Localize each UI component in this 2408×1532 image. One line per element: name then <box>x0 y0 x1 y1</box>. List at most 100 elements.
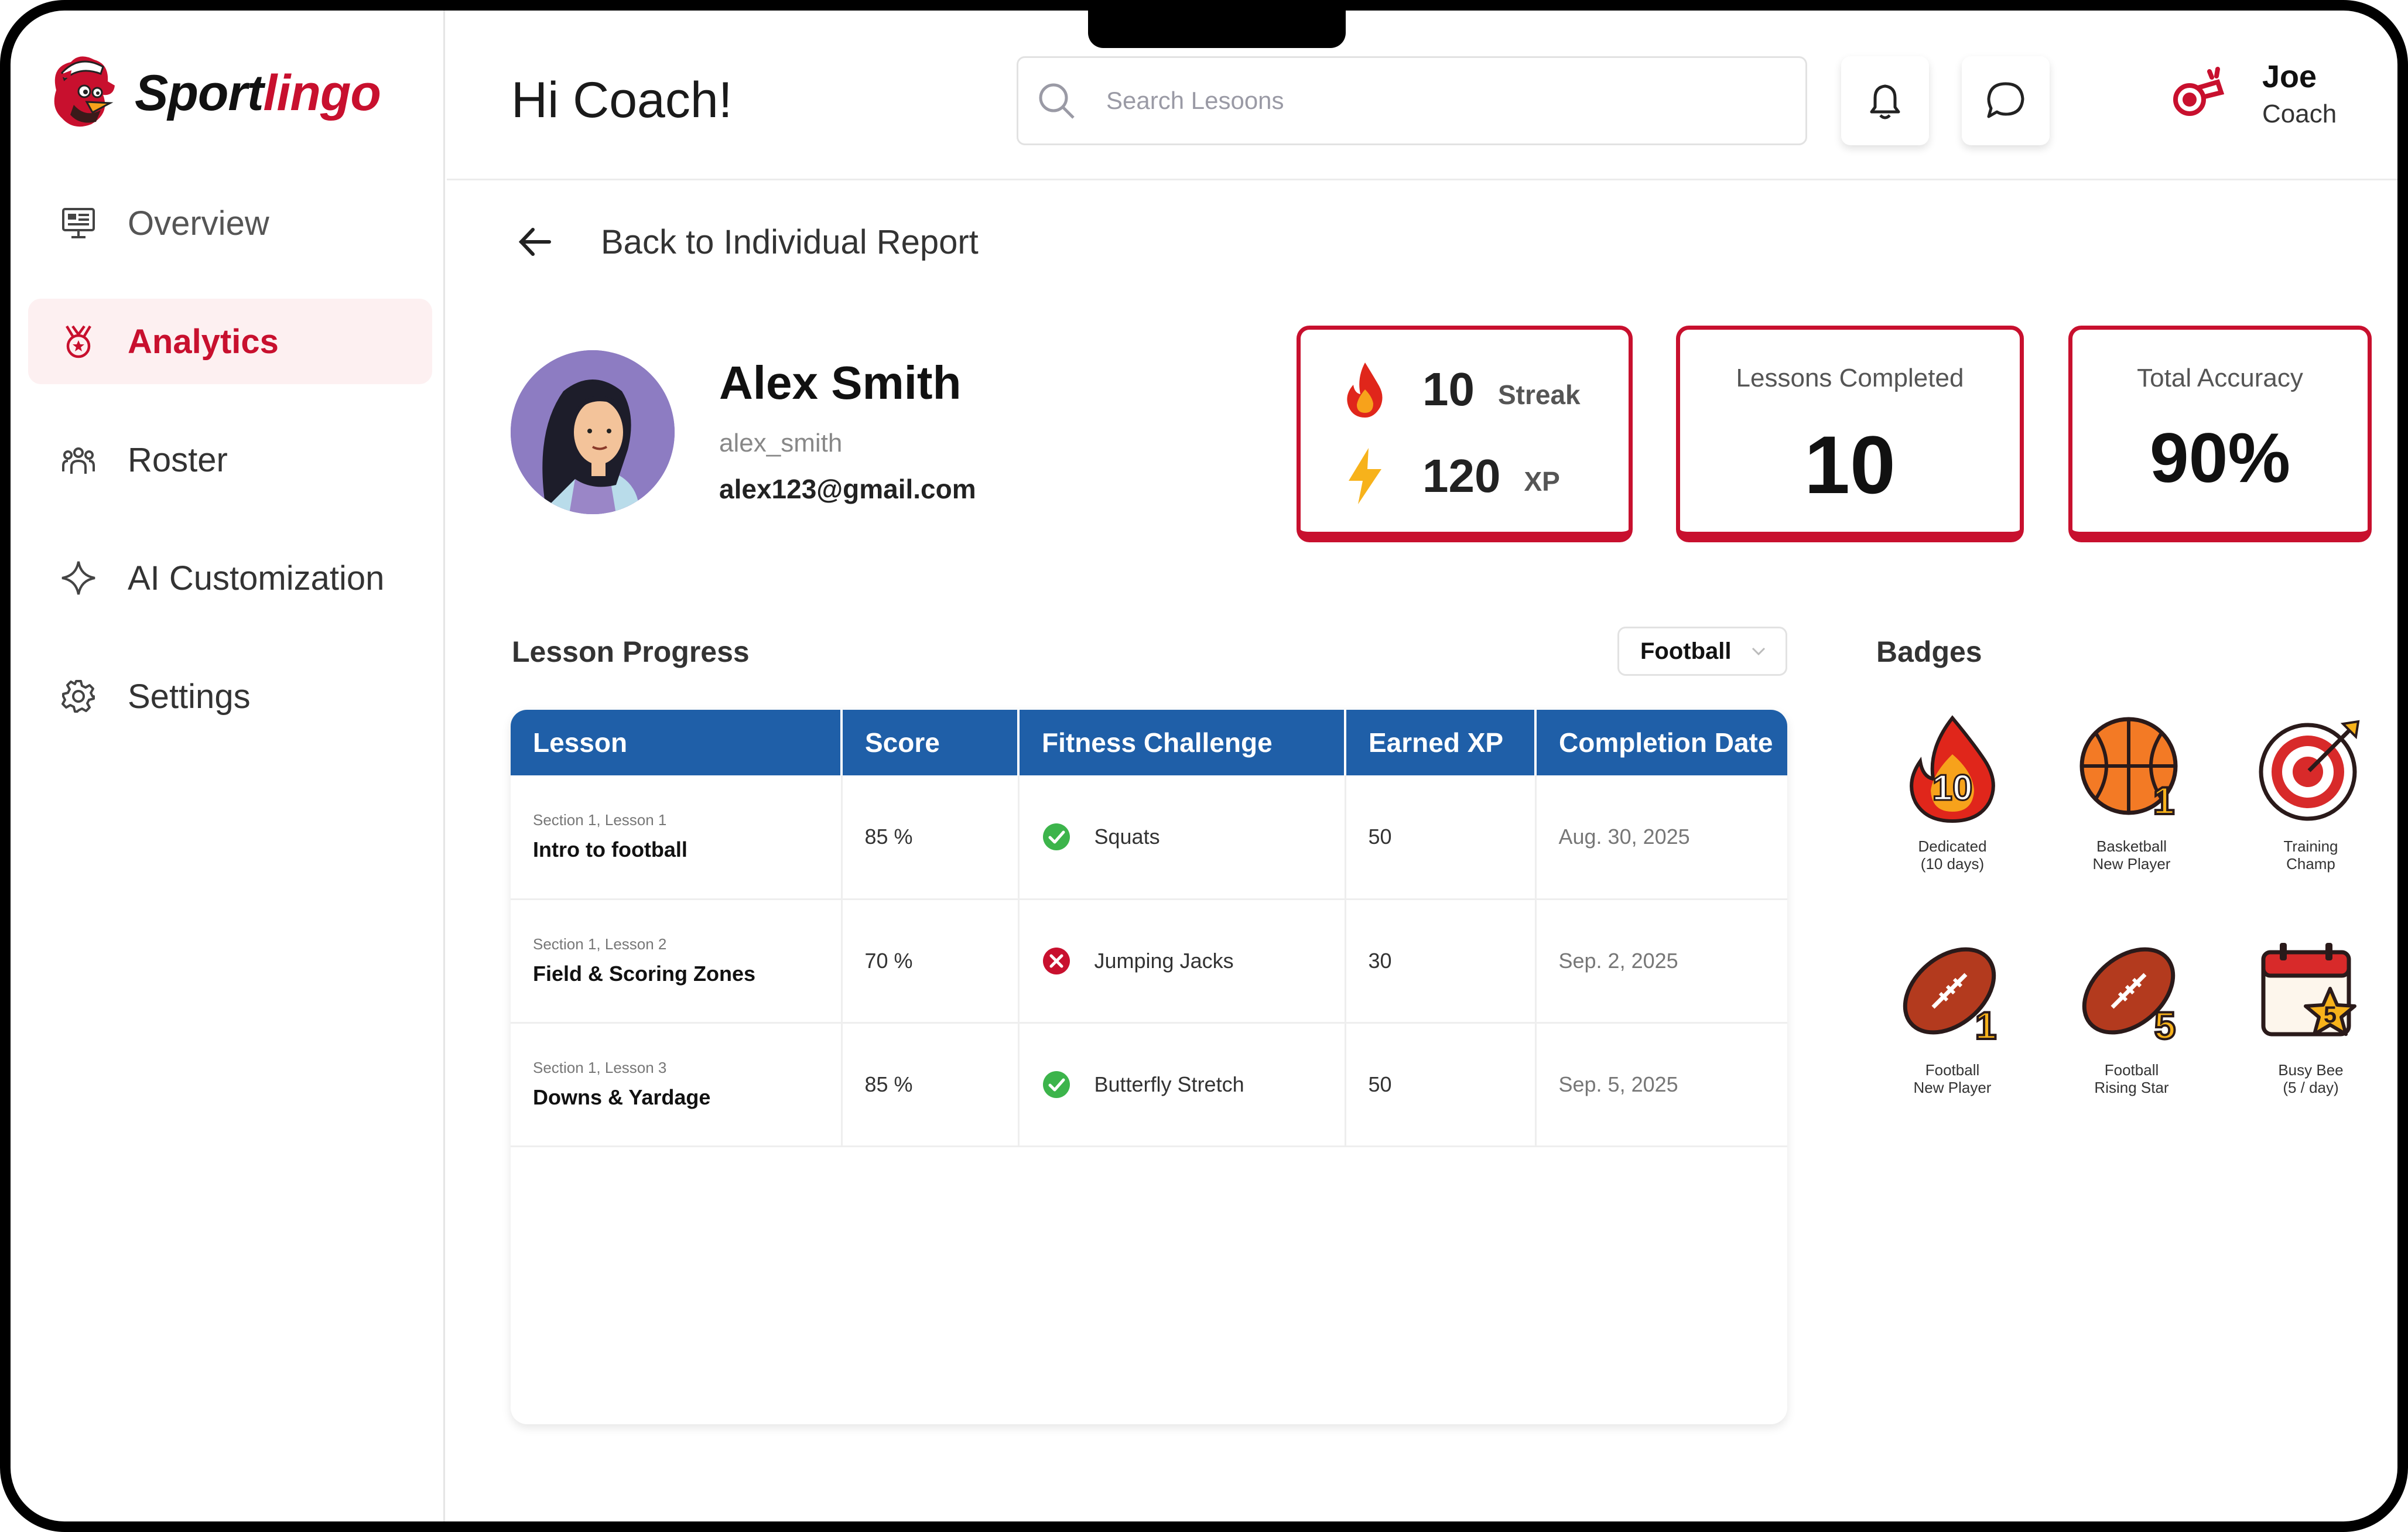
target-badge-icon <box>2259 720 2360 821</box>
table-row[interactable]: Section 1, Lesson 3 Downs & Yardage 85 %… <box>511 1023 1787 1147</box>
xp-cell: 30 <box>1345 899 1537 1024</box>
analytics-medal-icon <box>60 323 97 360</box>
table-row[interactable]: Section 1, Lesson 1 Intro to football 85… <box>511 775 1787 900</box>
badge-number: 1 <box>2153 779 2175 822</box>
page-greeting: Hi Coach! <box>511 72 733 128</box>
badge-label-line2: New Player <box>2092 854 2171 873</box>
streak-value: 10 <box>1422 363 1475 415</box>
column-header-score[interactable]: Score <box>842 710 1020 775</box>
calendar-star-badge-icon: 5 <box>2261 943 2356 1037</box>
total-accuracy-label: Total Accuracy <box>2137 364 2303 392</box>
badges-title: Badges <box>1876 635 1982 668</box>
student-email: alex123@gmail.com <box>719 474 976 504</box>
streak-xp-card: 10 Streak 120 XP <box>1297 326 1633 542</box>
score-cell: 70 % <box>842 899 1020 1024</box>
cardinal-mascot-icon <box>54 56 115 127</box>
badge-dedicated[interactable]: 10 Dedicated (10 days) <box>1870 713 2034 873</box>
badge-label: Dedicated (10 days) <box>1870 837 2034 873</box>
badge-label-line2: Champ <box>2286 854 2335 873</box>
lightning-bolt-icon <box>1349 448 1381 504</box>
lesson-cell: Section 1, Lesson 2 Field & Scoring Zone… <box>511 899 843 1024</box>
badge-label: Football Rising Star <box>2050 1061 2214 1097</box>
bell-icon <box>1870 84 1900 119</box>
search-bar[interactable] <box>1017 56 1807 145</box>
lesson-cell: Section 1, Lesson 1 Intro to football <box>511 775 843 900</box>
streak-label: Streak <box>1497 379 1581 410</box>
lesson-cell: Section 1, Lesson 3 Downs & Yardage <box>511 1023 843 1147</box>
badge-label-line1: Basketball <box>2096 837 2167 855</box>
search-input[interactable] <box>1106 87 1750 115</box>
sidebar-item-settings[interactable]: Settings <box>28 654 432 739</box>
column-header-earned-xp[interactable]: Earned XP <box>1345 710 1537 775</box>
challenge-name: Butterfly Stretch <box>1094 1072 1244 1096</box>
badge-label-line2: (5 / day) <box>2283 1078 2339 1096</box>
badge-number: 5 <box>2154 1004 2176 1047</box>
lesson-section: Section 1, Lesson 2 <box>533 935 667 953</box>
badge-football-rising-star[interactable]: 5 Football Rising Star <box>2050 937 2214 1097</box>
sidebar-item-ai-customization[interactable]: AI Customization <box>28 535 432 621</box>
badge-number: 1 <box>1975 1004 1997 1047</box>
sidebar-nav: Overview Analytics Roster AI Customizati… <box>28 180 432 772</box>
badge-label-line1: Busy Bee <box>2278 1061 2344 1079</box>
flame-icon <box>1347 363 1383 418</box>
user-role: Coach <box>2262 100 2337 128</box>
badge-label: Basketball New Player <box>2050 837 2214 873</box>
messages-button[interactable] <box>1962 56 2050 145</box>
student-name: Alex Smith <box>719 357 962 409</box>
total-accuracy-card: Total Accuracy 90% <box>2068 326 2372 542</box>
date-cell: Sep. 2, 2025 <box>1535 899 1787 1024</box>
challenge-name: Jumping Jacks <box>1094 948 1234 973</box>
score-cell: 85 % <box>842 1023 1020 1147</box>
lesson-title: Downs & Yardage <box>533 1085 711 1109</box>
badge-busy-bee[interactable]: 5 Busy Bee (5 / day) <box>2229 937 2393 1097</box>
challenge-cell: Butterfly Stretch <box>1018 1023 1346 1147</box>
brand-logo[interactable]: Sportlingo <box>45 49 381 137</box>
flame-10-badge-icon: 10 <box>1910 715 1995 823</box>
table-row[interactable]: Section 1, Lesson 2 Field & Scoring Zone… <box>511 899 1787 1024</box>
badge-label-line2: New Player <box>1913 1078 1992 1096</box>
column-header-fitness-challenge[interactable]: Fitness Challenge <box>1018 710 1346 775</box>
badge-label: Busy Bee (5 / day) <box>2229 1061 2393 1097</box>
sidebar-item-analytics[interactable]: Analytics <box>28 299 432 384</box>
streak-row: 10 Streak <box>1342 360 1581 419</box>
xp-value: 120 <box>1422 450 1501 502</box>
brand-name-part1: Sport <box>135 64 264 121</box>
device-frame: Sportlingo Overview Analytics Roster AI … <box>0 0 2408 1532</box>
notifications-button[interactable] <box>1841 56 1929 145</box>
challenge-name: Squats <box>1094 824 1160 849</box>
badge-label-line1: Dedicated <box>1918 837 1987 855</box>
badge-label-line2: (10 days) <box>1920 854 1985 873</box>
basketball-badge-icon: 1 <box>2079 717 2178 823</box>
badge-football-new-player[interactable]: 1 Football New Player <box>1870 937 2034 1097</box>
student-username: alex_smith <box>719 429 843 457</box>
chat-bubble-icon <box>1987 82 2024 118</box>
badge-label-line1: Football <box>1925 1061 1980 1079</box>
sidebar: Sportlingo Overview Analytics Roster AI … <box>11 11 445 1521</box>
lessons-completed-card: Lessons Completed 10 <box>1676 326 2024 542</box>
column-header-completion-date[interactable]: Completion Date <box>1535 710 1787 775</box>
avatar <box>511 350 675 514</box>
lessons-completed-label: Lessons Completed <box>1736 364 1964 392</box>
sidebar-item-label: Roster <box>128 440 228 479</box>
sidebar-item-label: AI Customization <box>128 559 385 597</box>
top-header: Hi Coach! Joe Co <box>447 11 2397 180</box>
sidebar-item-label: Analytics <box>128 322 279 361</box>
check-circle-icon <box>1042 1071 1070 1098</box>
user-profile-menu[interactable]: Joe Coach <box>2168 59 2337 129</box>
column-header-lesson[interactable]: Lesson <box>511 710 843 775</box>
badge-basketball-new-player[interactable]: 1 Basketball New Player <box>2050 713 2214 873</box>
arrow-left-icon <box>518 228 551 256</box>
back-link[interactable]: Back to Individual Report <box>514 221 979 262</box>
brand-name-part2: lingo <box>263 64 381 121</box>
badge-label-line2: Rising Star <box>2094 1078 2169 1096</box>
whistle-icon <box>2173 67 2225 116</box>
badge-training-champ[interactable]: Training Champ <box>2229 713 2393 873</box>
lesson-progress-table: Lesson Score Fitness Challenge Earned XP… <box>511 710 1787 1424</box>
badge-number: 5 <box>2324 1002 2337 1028</box>
device-notch <box>1088 11 1346 48</box>
lesson-section: Section 1, Lesson 3 <box>533 1059 667 1076</box>
sidebar-item-roster[interactable]: Roster <box>28 417 432 502</box>
sidebar-item-overview[interactable]: Overview <box>28 180 432 266</box>
roster-users-icon <box>60 441 97 478</box>
sport-filter-dropdown[interactable]: Football <box>1617 627 1787 676</box>
